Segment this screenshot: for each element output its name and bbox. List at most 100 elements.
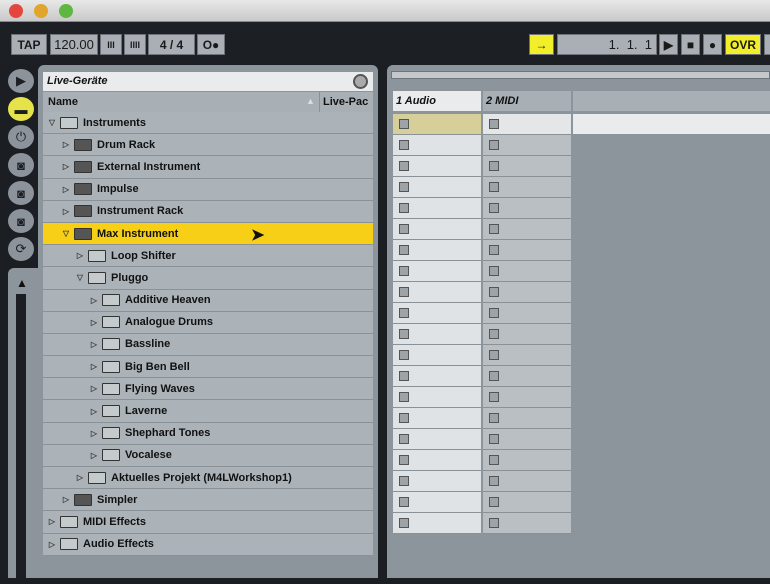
places-folder-icon-2[interactable]: ◙ bbox=[8, 181, 34, 205]
sort-ascending-icon[interactable]: ▲ bbox=[306, 96, 315, 106]
clip-slot[interactable] bbox=[393, 345, 481, 366]
clip-slot[interactable] bbox=[393, 282, 481, 303]
disclosure-open-icon[interactable]: ▽ bbox=[46, 118, 58, 127]
minimize-window-button[interactable] bbox=[34, 4, 48, 18]
clip-slot[interactable] bbox=[483, 429, 571, 450]
search-icon[interactable] bbox=[353, 74, 368, 89]
browser-item[interactable]: ▽ Instruments bbox=[43, 112, 373, 135]
disclosure-closed-icon[interactable]: ▷ bbox=[88, 407, 100, 416]
clip-stop-button-icon[interactable] bbox=[399, 329, 409, 339]
clip-stop-button-icon[interactable] bbox=[399, 182, 409, 192]
disclosure-closed-icon[interactable]: ▷ bbox=[74, 473, 86, 482]
clip-slot[interactable] bbox=[483, 471, 571, 492]
play-triangle-icon[interactable]: ▶ bbox=[8, 69, 34, 93]
drop-area[interactable] bbox=[573, 114, 770, 134]
clip-slot[interactable] bbox=[483, 282, 571, 303]
browser-item[interactable]: ▷ MIDI Effects bbox=[43, 511, 373, 534]
tap-button[interactable]: TAP bbox=[11, 34, 47, 55]
disclosure-closed-icon[interactable]: ▷ bbox=[60, 207, 72, 216]
track-header-audio[interactable]: 1 Audio bbox=[393, 91, 481, 111]
clip-slot[interactable] bbox=[393, 513, 481, 534]
clip-stop-button-icon[interactable] bbox=[399, 287, 409, 297]
more-button[interactable] bbox=[764, 34, 770, 55]
sidebar-scrollbar[interactable] bbox=[16, 294, 26, 584]
clip-slot[interactable] bbox=[483, 156, 571, 177]
disclosure-closed-icon[interactable]: ▷ bbox=[60, 140, 72, 149]
browser-item[interactable]: ▷ Aktuelles Projekt (M4LWorkshop1) bbox=[43, 467, 373, 490]
clip-stop-button-icon[interactable] bbox=[399, 161, 409, 171]
clip-stop-button-icon[interactable] bbox=[399, 119, 409, 129]
clip-stop-button-icon[interactable] bbox=[489, 266, 499, 276]
clip-stop-button-icon[interactable] bbox=[489, 371, 499, 381]
nudge-down-button[interactable]: III bbox=[100, 34, 122, 55]
disclosure-closed-icon[interactable]: ▷ bbox=[88, 340, 100, 349]
clip-stop-button-icon[interactable] bbox=[399, 476, 409, 486]
clip-slot[interactable] bbox=[483, 492, 571, 513]
clip-stop-button-icon[interactable] bbox=[489, 224, 499, 234]
tempo-field[interactable]: 120.00 bbox=[50, 34, 98, 55]
clip-stop-button-icon[interactable] bbox=[399, 434, 409, 444]
clip-stop-button-icon[interactable] bbox=[399, 203, 409, 213]
clip-slot[interactable] bbox=[483, 345, 571, 366]
browser-item[interactable]: ▷ Vocalese bbox=[43, 444, 373, 467]
close-window-button[interactable] bbox=[9, 4, 23, 18]
clip-slot[interactable] bbox=[483, 240, 571, 261]
metronome-button[interactable]: O● bbox=[197, 34, 225, 55]
browser-item[interactable]: ▷ Big Ben Bell bbox=[43, 356, 373, 379]
clip-slot[interactable] bbox=[393, 156, 481, 177]
clip-stop-button-icon[interactable] bbox=[489, 245, 499, 255]
disclosure-closed-icon[interactable]: ▷ bbox=[60, 495, 72, 504]
browser-item[interactable]: ▷ Drum Rack bbox=[43, 134, 373, 157]
clip-stop-button-icon[interactable] bbox=[399, 245, 409, 255]
follow-button[interactable]: → bbox=[529, 34, 554, 55]
disclosure-open-icon[interactable]: ▽ bbox=[60, 229, 72, 238]
disclosure-closed-icon[interactable]: ▷ bbox=[60, 185, 72, 194]
livepack-column-header[interactable]: Live-Pac bbox=[319, 92, 371, 112]
browser-item[interactable]: ▷ Shephard Tones bbox=[43, 422, 373, 445]
disclosure-open-icon[interactable]: ▽ bbox=[74, 273, 86, 282]
hot-swap-icon[interactable]: ⟳ bbox=[8, 237, 34, 261]
clip-stop-button-icon[interactable] bbox=[489, 203, 499, 213]
device-browser-icon[interactable]: ▬ bbox=[8, 97, 34, 121]
clip-slot[interactable] bbox=[393, 303, 481, 324]
places-folder-icon-1[interactable]: ◙ bbox=[8, 153, 34, 177]
clip-slot[interactable] bbox=[393, 114, 481, 135]
name-column-header[interactable]: Name bbox=[48, 96, 78, 108]
browser-item[interactable]: ▷ Laverne bbox=[43, 400, 373, 423]
plugin-icon[interactable]: ⏻ bbox=[8, 125, 34, 149]
clip-stop-button-icon[interactable] bbox=[399, 266, 409, 276]
clip-stop-button-icon[interactable] bbox=[399, 371, 409, 381]
clip-stop-button-icon[interactable] bbox=[399, 497, 409, 507]
browser-item[interactable]: ▷ Bassline bbox=[43, 333, 373, 357]
clip-stop-button-icon[interactable] bbox=[489, 434, 499, 444]
overdub-button[interactable]: OVR bbox=[725, 34, 761, 55]
clip-slot[interactable] bbox=[483, 114, 571, 135]
disclosure-closed-icon[interactable]: ▷ bbox=[46, 517, 58, 526]
time-signature-field[interactable]: 4 / 4 bbox=[148, 34, 195, 55]
clip-stop-button-icon[interactable] bbox=[489, 329, 499, 339]
disclosure-closed-icon[interactable]: ▷ bbox=[46, 540, 58, 549]
clip-stop-button-icon[interactable] bbox=[489, 455, 499, 465]
clip-slot[interactable] bbox=[393, 408, 481, 429]
browser-item[interactable]: ▷ Flying Waves bbox=[43, 378, 373, 401]
arrangement-position-field[interactable]: 1. 1. 1 bbox=[557, 34, 657, 55]
clip-slot[interactable] bbox=[483, 450, 571, 471]
horizontal-scrollbar[interactable] bbox=[391, 71, 770, 79]
clip-slot[interactable] bbox=[483, 366, 571, 387]
clip-slot[interactable] bbox=[393, 198, 481, 219]
clip-slot[interactable] bbox=[393, 261, 481, 282]
browser-item[interactable]: ▷ Additive Heaven bbox=[43, 289, 373, 312]
clip-slot[interactable] bbox=[483, 324, 571, 345]
clip-stop-button-icon[interactable] bbox=[489, 161, 499, 171]
clip-slot[interactable] bbox=[393, 177, 481, 198]
clip-slot[interactable] bbox=[483, 219, 571, 240]
clip-slot[interactable] bbox=[483, 303, 571, 324]
clip-slot[interactable] bbox=[393, 450, 481, 471]
browser-item[interactable]: ▷ External Instrument bbox=[43, 156, 373, 179]
clip-slot[interactable] bbox=[393, 366, 481, 387]
clip-stop-button-icon[interactable] bbox=[399, 413, 409, 423]
clip-stop-button-icon[interactable] bbox=[489, 476, 499, 486]
clip-stop-button-icon[interactable] bbox=[399, 308, 409, 318]
clip-stop-button-icon[interactable] bbox=[489, 119, 499, 129]
clip-stop-button-icon[interactable] bbox=[399, 224, 409, 234]
